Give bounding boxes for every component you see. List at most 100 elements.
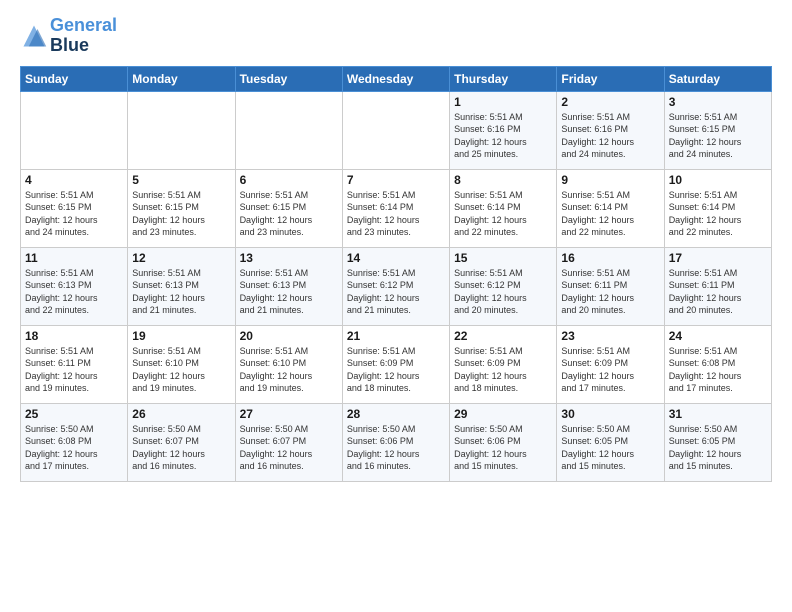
day-cell-21: 18 Sunrise: 5:51 AM Sunset: 6:11 PM Dayli… [21, 325, 128, 403]
day-cell-10: 7 Sunrise: 5:51 AM Sunset: 6:14 PM Daylig… [342, 169, 449, 247]
week-row-3: 11 Sunrise: 5:51 AM Sunset: 6:13 PM Dayli… [21, 247, 772, 325]
day-number: 13 [240, 251, 338, 265]
day-info: Sunrise: 5:51 AM Sunset: 6:14 PM Dayligh… [454, 189, 552, 239]
day-cell-22: 19Sunrise: 5:51 AM Sunset: 6:10 PM Dayli… [128, 325, 235, 403]
day-info: Sunrise: 5:50 AM Sunset: 6:05 PM Dayligh… [561, 423, 659, 473]
day-cell-11: 8 Sunrise: 5:51 AM Sunset: 6:14 PM Daylig… [450, 169, 557, 247]
day-number: 4 [25, 173, 123, 187]
day-cell-28: 25Sunrise: 5:50 AM Sunset: 6:08 PM Dayli… [21, 403, 128, 481]
day-cell-15: 12 Sunrise: 5:51 AM Sunset: 6:13 PM Dayli… [128, 247, 235, 325]
logo-text: General Blue [50, 16, 117, 56]
day-number: 9 [561, 173, 659, 187]
day-number: 30 [561, 407, 659, 421]
day-number: 3 [669, 95, 767, 109]
day-info: Sunrise: 5:50 AM Sunset: 6:06 PM Dayligh… [347, 423, 445, 473]
day-info: Sunrise: 5:51 AM Sunset: 6:14 PM Dayligh… [669, 189, 767, 239]
day-info: Sunrise: 5:50 AM Sunset: 6:07 PM Dayligh… [240, 423, 338, 473]
day-cell-0 [21, 91, 128, 169]
day-cell-3 [342, 91, 449, 169]
day-number: 11 [25, 251, 123, 265]
day-cell-1 [128, 91, 235, 169]
day-number: 18 [25, 329, 123, 343]
day-cell-8: 5 Sunrise: 5:51 AM Sunset: 6:15 PM Daylig… [128, 169, 235, 247]
day-info: Sunrise: 5:50 AM Sunset: 6:06 PM Dayligh… [454, 423, 552, 473]
weekday-header-wednesday: Wednesday [342, 66, 449, 91]
day-number: 2 [561, 95, 659, 109]
day-cell-5: 2 Sunrise: 5:51 AM Sunset: 6:16 PM Daylig… [557, 91, 664, 169]
logo-icon [20, 22, 48, 50]
day-info: Sunrise: 5:50 AM Sunset: 6:05 PM Dayligh… [669, 423, 767, 473]
day-cell-16: 13Sunrise: 5:51 AM Sunset: 6:13 PM Dayli… [235, 247, 342, 325]
day-cell-34: 31 Sunrise: 5:50 AM Sunset: 6:05 PM Dayli… [664, 403, 771, 481]
day-info: Sunrise: 5:51 AM Sunset: 6:15 PM Dayligh… [132, 189, 230, 239]
day-number: 20 [240, 329, 338, 343]
day-info: Sunrise: 5:51 AM Sunset: 6:16 PM Dayligh… [454, 111, 552, 161]
day-number: 17 [669, 251, 767, 265]
day-number: 14 [347, 251, 445, 265]
weekday-header-friday: Friday [557, 66, 664, 91]
day-number: 28 [347, 407, 445, 421]
calendar-table: SundayMondayTuesdayWednesdayThursdayFrid… [20, 66, 772, 482]
day-info: Sunrise: 5:50 AM Sunset: 6:08 PM Dayligh… [25, 423, 123, 473]
day-number: 24 [669, 329, 767, 343]
day-cell-26: 23Sunrise: 5:51 AM Sunset: 6:09 PM Dayli… [557, 325, 664, 403]
day-info: Sunrise: 5:51 AM Sunset: 6:15 PM Dayligh… [240, 189, 338, 239]
day-number: 22 [454, 329, 552, 343]
weekday-header-saturday: Saturday [664, 66, 771, 91]
day-number: 15 [454, 251, 552, 265]
day-number: 12 [132, 251, 230, 265]
day-number: 5 [132, 173, 230, 187]
day-cell-7: 4Sunrise: 5:51 AM Sunset: 6:15 PM Daylig… [21, 169, 128, 247]
day-cell-19: 16 Sunrise: 5:51 AM Sunset: 6:11 PM Dayli… [557, 247, 664, 325]
weekday-header-monday: Monday [128, 66, 235, 91]
day-info: Sunrise: 5:51 AM Sunset: 6:13 PM Dayligh… [25, 267, 123, 317]
day-info: Sunrise: 5:51 AM Sunset: 6:09 PM Dayligh… [454, 345, 552, 395]
day-info: Sunrise: 5:51 AM Sunset: 6:11 PM Dayligh… [561, 267, 659, 317]
weekday-header-tuesday: Tuesday [235, 66, 342, 91]
day-cell-6: 3 Sunrise: 5:51 AM Sunset: 6:15 PM Daylig… [664, 91, 771, 169]
day-cell-17: 14 Sunrise: 5:51 AM Sunset: 6:12 PM Dayli… [342, 247, 449, 325]
day-cell-9: 6 Sunrise: 5:51 AM Sunset: 6:15 PM Daylig… [235, 169, 342, 247]
day-number: 29 [454, 407, 552, 421]
weekday-row: SundayMondayTuesdayWednesdayThursdayFrid… [21, 66, 772, 91]
day-cell-12: 9 Sunrise: 5:51 AM Sunset: 6:14 PM Daylig… [557, 169, 664, 247]
calendar-body: 1 Sunrise: 5:51 AM Sunset: 6:16 PM Daylig… [21, 91, 772, 481]
day-cell-23: 20 Sunrise: 5:51 AM Sunset: 6:10 PM Dayli… [235, 325, 342, 403]
day-info: Sunrise: 5:51 AM Sunset: 6:11 PM Dayligh… [669, 267, 767, 317]
day-cell-25: 22 Sunrise: 5:51 AM Sunset: 6:09 PM Dayli… [450, 325, 557, 403]
day-info: Sunrise: 5:51 AM Sunset: 6:08 PM Dayligh… [669, 345, 767, 395]
day-info: Sunrise: 5:51 AM Sunset: 6:16 PM Dayligh… [561, 111, 659, 161]
logo: General Blue [20, 16, 117, 56]
week-row-1: 1 Sunrise: 5:51 AM Sunset: 6:16 PM Daylig… [21, 91, 772, 169]
day-number: 27 [240, 407, 338, 421]
day-number: 16 [561, 251, 659, 265]
day-cell-13: 10 Sunrise: 5:51 AM Sunset: 6:14 PM Dayli… [664, 169, 771, 247]
day-cell-2 [235, 91, 342, 169]
day-info: Sunrise: 5:51 AM Sunset: 6:12 PM Dayligh… [347, 267, 445, 317]
day-info: Sunrise: 5:50 AM Sunset: 6:07 PM Dayligh… [132, 423, 230, 473]
day-cell-4: 1 Sunrise: 5:51 AM Sunset: 6:16 PM Daylig… [450, 91, 557, 169]
day-info: Sunrise: 5:51 AM Sunset: 6:12 PM Dayligh… [454, 267, 552, 317]
day-info: Sunrise: 5:51 AM Sunset: 6:15 PM Dayligh… [669, 111, 767, 161]
day-number: 31 [669, 407, 767, 421]
week-row-4: 18 Sunrise: 5:51 AM Sunset: 6:11 PM Dayli… [21, 325, 772, 403]
day-cell-27: 24 Sunrise: 5:51 AM Sunset: 6:08 PM Dayli… [664, 325, 771, 403]
day-number: 10 [669, 173, 767, 187]
day-info: Sunrise: 5:51 AM Sunset: 6:14 PM Dayligh… [561, 189, 659, 239]
day-info: Sunrise: 5:51 AM Sunset: 6:10 PM Dayligh… [132, 345, 230, 395]
day-number: 1 [454, 95, 552, 109]
day-info: Sunrise: 5:51 AM Sunset: 6:13 PM Dayligh… [132, 267, 230, 317]
day-info: Sunrise: 5:51 AM Sunset: 6:11 PM Dayligh… [25, 345, 123, 395]
day-number: 7 [347, 173, 445, 187]
day-number: 21 [347, 329, 445, 343]
day-info: Sunrise: 5:51 AM Sunset: 6:14 PM Dayligh… [347, 189, 445, 239]
header: General Blue [20, 16, 772, 56]
weekday-header-sunday: Sunday [21, 66, 128, 91]
day-number: 6 [240, 173, 338, 187]
day-info: Sunrise: 5:51 AM Sunset: 6:10 PM Dayligh… [240, 345, 338, 395]
day-cell-33: 30 Sunrise: 5:50 AM Sunset: 6:05 PM Dayli… [557, 403, 664, 481]
day-cell-29: 26Sunrise: 5:50 AM Sunset: 6:07 PM Dayli… [128, 403, 235, 481]
day-cell-18: 15 Sunrise: 5:51 AM Sunset: 6:12 PM Dayli… [450, 247, 557, 325]
day-number: 8 [454, 173, 552, 187]
day-cell-30: 27 Sunrise: 5:50 AM Sunset: 6:07 PM Dayli… [235, 403, 342, 481]
